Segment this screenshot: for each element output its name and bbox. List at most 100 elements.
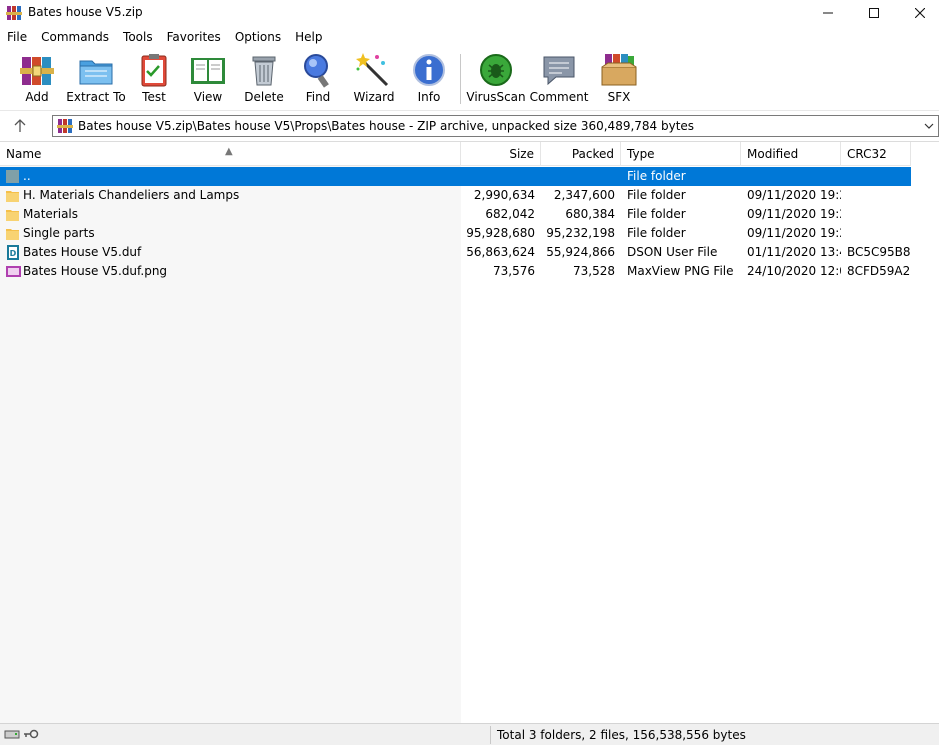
toolbar-separator — [460, 54, 461, 104]
row-name: H. Materials Chandeliers and Lamps — [23, 188, 240, 202]
winrar-archive-icon — [57, 119, 73, 133]
row-modified: 09/11/2020 19:22 — [747, 207, 841, 221]
view-label: View — [193, 90, 223, 104]
row-crc32 — [847, 205, 911, 224]
find-button[interactable]: Find — [298, 51, 338, 109]
virusscan-button[interactable]: VirusScan — [466, 51, 526, 109]
path-combobox[interactable]: Bates house V5.zip\Bates house V5\Props\… — [52, 115, 939, 137]
column-modified-label: Modified — [747, 147, 799, 161]
extract-folder-icon — [79, 60, 113, 85]
close-button[interactable] — [897, 0, 939, 26]
path-text: Bates house V5.zip\Bates house V5\Props\… — [78, 119, 695, 133]
row-type: MaxView PNG File — [627, 264, 734, 278]
file-list[interactable]: Name ▲ Size Packed Type Modified CRC32 .… — [0, 141, 939, 724]
column-crc32[interactable]: CRC32 — [841, 142, 911, 166]
delete-button[interactable]: Delete — [243, 51, 285, 109]
row-name: .. — [23, 169, 31, 183]
test-button[interactable]: Test — [134, 51, 174, 109]
sfx-label: SFX — [607, 90, 631, 104]
column-packed[interactable]: Packed — [541, 142, 621, 166]
key-icon[interactable] — [23, 728, 39, 740]
menu-options[interactable]: Options — [228, 27, 288, 47]
row-type: DSON User File — [627, 245, 718, 259]
virusscan-label: VirusScan — [466, 90, 526, 104]
status-icons — [4, 728, 39, 740]
row-type: File folder — [627, 169, 686, 183]
row-modified: 09/11/2020 19:22 — [747, 188, 841, 202]
test-label: Test — [142, 90, 166, 104]
menu-commands[interactable]: Commands — [34, 27, 116, 47]
row-size — [461, 167, 535, 186]
row-size: 73,576 — [493, 264, 535, 278]
drive-icon[interactable] — [4, 728, 20, 740]
row-packed — [541, 167, 615, 186]
row-modified: 24/10/2020 12:02 — [747, 264, 841, 278]
add-label: Add — [25, 90, 49, 104]
status-bar: Total 3 folders, 2 files, 156,538,556 by… — [0, 723, 939, 745]
table-row[interactable]: D Bates House V5.duf 56,863,624 55,924,8… — [0, 243, 911, 262]
row-packed: 95,232,198 — [546, 226, 615, 240]
sfx-box-icon — [601, 54, 637, 86]
test-clipboard-icon — [141, 54, 167, 87]
row-name: Bates House V5.duf.png — [23, 264, 168, 278]
table-row[interactable]: Materials 682,042 680,384 File folder 09… — [0, 205, 911, 224]
column-size[interactable]: Size — [461, 142, 541, 166]
folder-icon — [6, 210, 19, 221]
row-packed: 2,347,600 — [553, 188, 615, 202]
menu-bar: File Commands Tools Favorites Options He… — [0, 27, 939, 47]
view-button[interactable]: View — [186, 51, 230, 109]
row-packed: 680,384 — [565, 207, 615, 221]
sfx-button[interactable]: SFX — [598, 51, 640, 109]
column-packed-label: Packed — [571, 147, 614, 161]
row-crc32 — [847, 224, 911, 243]
row-modified: 09/11/2020 19:22 — [747, 226, 841, 240]
row-size: 682,042 — [485, 207, 535, 221]
title-bar: Bates house V5.zip — [0, 0, 939, 26]
folder-icon — [6, 191, 19, 202]
menu-tools[interactable]: Tools — [116, 27, 160, 47]
path-dropdown-button[interactable] — [922, 118, 936, 134]
table-row[interactable]: Single parts 95,928,680 95,232,198 File … — [0, 224, 911, 243]
table-row[interactable]: H. Materials Chandeliers and Lamps 2,990… — [0, 186, 911, 205]
png-file-icon — [6, 266, 21, 277]
column-modified[interactable]: Modified — [741, 142, 841, 166]
row-size: 95,928,680 — [466, 226, 535, 240]
column-name-label: Name — [6, 147, 42, 161]
row-packed: 73,528 — [573, 264, 615, 278]
row-packed: 55,924,866 — [546, 245, 615, 259]
parent-folder-icon — [6, 170, 19, 183]
column-type-label: Type — [627, 147, 655, 161]
menu-favorites[interactable]: Favorites — [160, 27, 228, 47]
row-crc32: BC5C95B8 — [847, 245, 911, 259]
info-label: Info — [417, 90, 441, 104]
duf-file-icon: D — [7, 245, 19, 260]
column-type[interactable]: Type — [621, 142, 741, 166]
table-row[interactable]: .. File folder — [0, 167, 911, 186]
virus-icon — [480, 54, 512, 86]
up-one-level-button[interactable] — [10, 117, 30, 135]
comment-icon — [543, 56, 575, 86]
comment-button[interactable]: Comment — [530, 51, 588, 109]
menu-help[interactable]: Help — [288, 27, 329, 47]
wizard-button[interactable]: Wizard — [353, 51, 395, 109]
extract-to-label: Extract To — [66, 90, 126, 104]
minimize-button[interactable] — [805, 0, 851, 26]
sort-ascending-icon: ▲ — [225, 146, 233, 157]
comment-label: Comment — [529, 90, 589, 104]
chevron-down-icon — [924, 123, 934, 129]
column-name[interactable]: Name ▲ — [0, 142, 461, 166]
row-crc32: 8CFD59A2 — [847, 264, 911, 278]
table-row[interactable]: Bates House V5.duf.png 73,576 73,528 Max… — [0, 262, 911, 281]
arrow-up-icon — [14, 119, 26, 132]
status-summary: Total 3 folders, 2 files, 156,538,556 by… — [497, 728, 746, 742]
info-icon — [413, 54, 445, 86]
extract-to-button[interactable]: Extract To — [66, 51, 126, 109]
info-button[interactable]: Info — [409, 51, 449, 109]
row-type: File folder — [627, 207, 686, 221]
row-modified: 01/11/2020 13:40 — [747, 245, 841, 259]
add-archive-icon — [20, 57, 54, 85]
column-crc32-label: CRC32 — [847, 147, 887, 161]
menu-file[interactable]: File — [0, 27, 34, 47]
maximize-button[interactable] — [851, 0, 897, 26]
add-button[interactable]: Add — [17, 51, 57, 109]
